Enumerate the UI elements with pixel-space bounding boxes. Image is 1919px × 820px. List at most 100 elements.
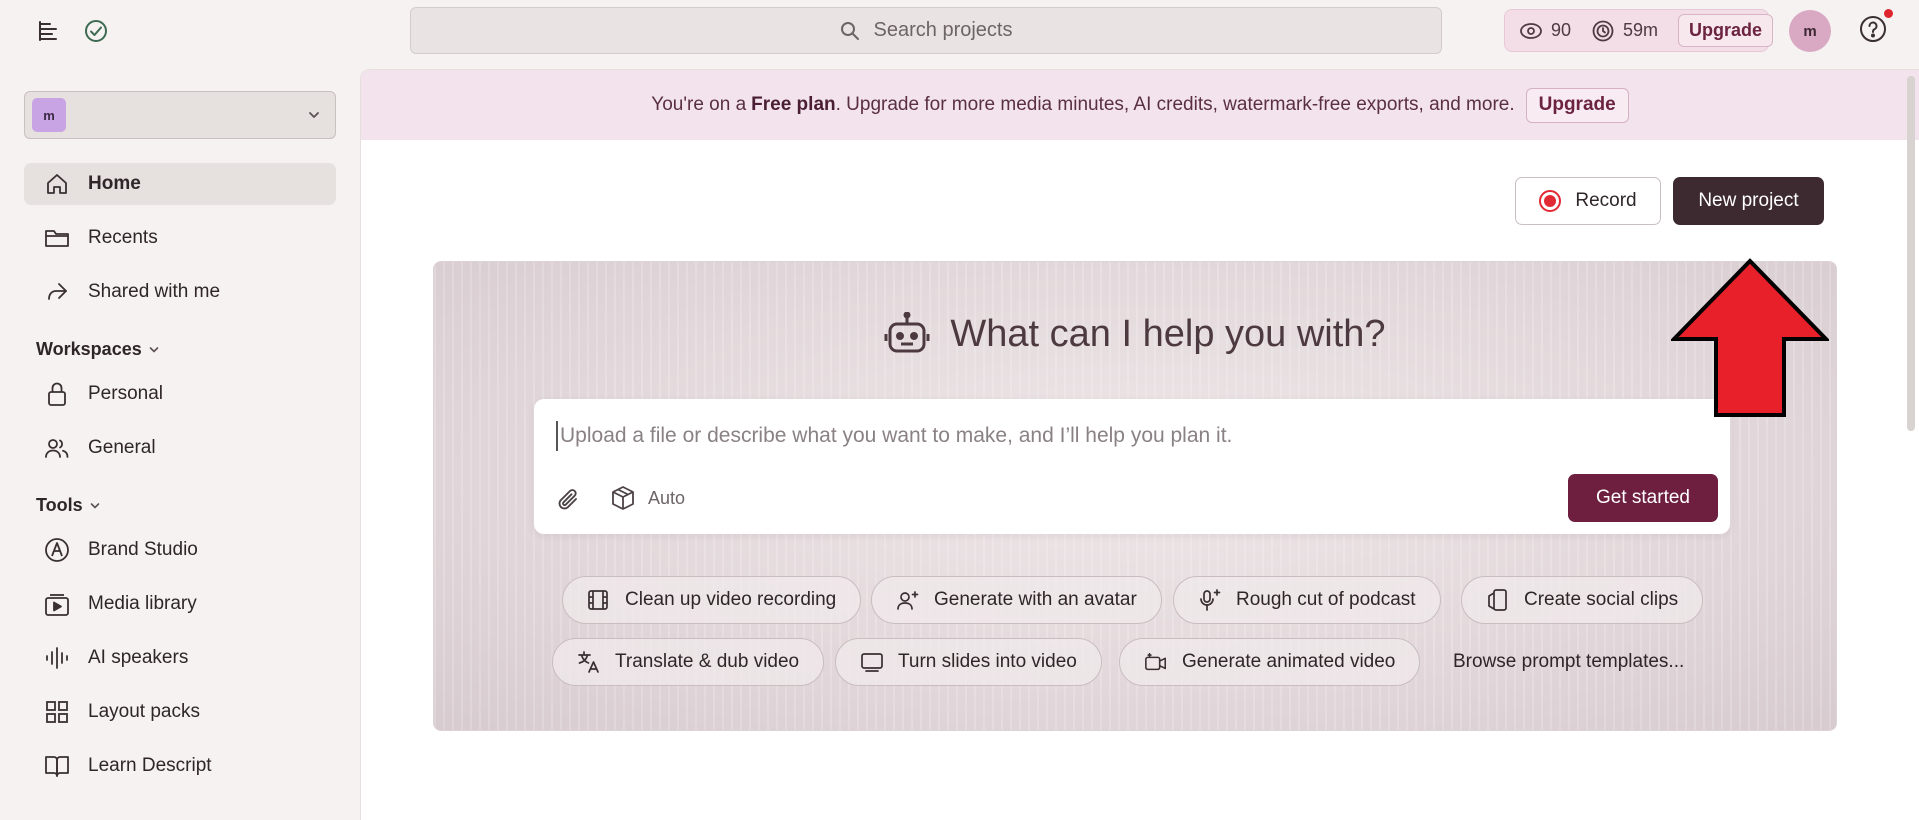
workspace-avatar: m: [32, 98, 66, 132]
book-icon: [44, 753, 70, 779]
sidebar-item-label: Layout packs: [88, 701, 200, 722]
chip-animated-video[interactable]: Generate animated video: [1119, 638, 1421, 686]
main-panel: You're on a Free plan. Upgrade for more …: [360, 69, 1919, 820]
scrollbar[interactable]: [1907, 76, 1915, 431]
sidebar-item-general[interactable]: General: [24, 427, 336, 469]
chip-label: Rough cut of podcast: [1236, 589, 1416, 610]
chip-create-social-clips[interactable]: Create social clips: [1461, 576, 1704, 624]
share-arrow-icon: [44, 279, 70, 305]
sidebar-item-label: Home: [88, 173, 141, 194]
slides-icon: [860, 650, 884, 674]
sidebar-item-layout-packs[interactable]: Layout packs: [24, 691, 336, 733]
sidebar-item-learn[interactable]: Learn Descript: [24, 745, 336, 787]
free-plan-banner: You're on a Free plan. Upgrade for more …: [361, 70, 1919, 140]
chip-label: Generate with an avatar: [934, 589, 1137, 610]
search-icon: [840, 21, 860, 41]
avatar-sparkle-icon: [896, 588, 920, 612]
robot-icon: [884, 312, 930, 356]
chevron-down-icon: [89, 500, 101, 512]
workspaces-section-toggle[interactable]: Workspaces: [36, 339, 160, 360]
chip-label: Turn slides into video: [898, 651, 1077, 672]
record-label: Record: [1575, 190, 1637, 211]
workspaces-heading: Workspaces: [36, 339, 142, 359]
help-icon: [1860, 16, 1886, 42]
folder-icon: [44, 225, 70, 251]
brand-icon: [44, 537, 70, 563]
workspace-selector[interactable]: m: [24, 91, 336, 139]
translate-icon: [577, 650, 601, 674]
sidebar-item-label: AI speakers: [88, 647, 189, 668]
sidebar-item-label: Learn Descript: [88, 755, 212, 776]
sidebar-item-personal[interactable]: Personal: [24, 373, 336, 415]
mic-sparkle-icon: [1198, 588, 1222, 612]
chip-generate-avatar[interactable]: Generate with an avatar: [871, 576, 1162, 624]
attach-file-icon[interactable]: [556, 487, 584, 515]
get-started-button[interactable]: Get started: [1568, 474, 1718, 522]
chip-label: Create social clips: [1524, 589, 1679, 610]
banner-plan: Free plan: [751, 94, 836, 115]
sidebar-item-ai-speakers[interactable]: AI speakers: [24, 637, 336, 679]
lock-icon: [44, 381, 70, 407]
chip-slides-to-video[interactable]: Turn slides into video: [835, 638, 1102, 686]
cube-icon: [610, 485, 636, 511]
film-icon: [587, 588, 611, 612]
browse-prompt-templates-link[interactable]: Browse prompt templates...: [1453, 651, 1684, 673]
sidebar-item-label: Media library: [88, 593, 197, 614]
grid-icon: [44, 699, 70, 725]
upgrade-button[interactable]: Upgrade: [1678, 14, 1774, 47]
record-button[interactable]: Record: [1515, 177, 1661, 225]
prompt-box: Auto Get started: [534, 399, 1730, 534]
ai-credits-icon: [1519, 19, 1543, 43]
chip-rough-cut-podcast[interactable]: Rough cut of podcast: [1173, 576, 1441, 624]
home-icon: [44, 171, 70, 197]
chip-label: Translate & dub video: [615, 651, 800, 672]
model-selector[interactable]: Auto: [610, 485, 685, 511]
annotation-arrow-icon: [1671, 258, 1829, 418]
search-placeholder: Search projects: [873, 19, 1013, 41]
ai-credits-count: 90: [1551, 20, 1572, 40]
sidebar-item-recents[interactable]: Recents: [24, 217, 336, 259]
usage-credits: 90 59m Upgrade: [1504, 9, 1774, 52]
user-avatar[interactable]: m: [1789, 10, 1831, 52]
hero-heading: What can I help you with?: [434, 312, 1836, 356]
record-icon: [1539, 190, 1562, 212]
users-icon: [44, 435, 70, 461]
sidebar-item-label: General: [88, 437, 156, 458]
animated-video-icon: [1144, 650, 1168, 674]
sidebar-item-brand-studio[interactable]: Brand Studio: [24, 529, 336, 571]
help-button[interactable]: [1858, 9, 1893, 44]
chip-label: Clean up video recording: [625, 589, 837, 610]
sidebar-item-media-library[interactable]: Media library: [24, 583, 336, 625]
chip-clean-up-video[interactable]: Clean up video recording: [562, 576, 862, 624]
media-minutes-count: 59m: [1623, 20, 1659, 40]
notification-dot: [1884, 9, 1893, 18]
media-library-icon: [44, 591, 70, 617]
banner-prefix: You're on a: [651, 94, 747, 115]
sidebar-item-label: Recents: [88, 227, 158, 248]
chevron-down-icon: [307, 108, 321, 122]
new-project-button[interactable]: New project: [1673, 177, 1824, 225]
sidebar-item-shared[interactable]: Shared with me: [24, 271, 336, 313]
check-circle-icon[interactable]: [81, 16, 111, 46]
search-input[interactable]: Search projects: [410, 7, 1442, 54]
sidebar-item-home[interactable]: Home: [24, 163, 336, 205]
sidebar-item-label: Personal: [88, 383, 163, 404]
hero-title: What can I help you with?: [950, 312, 1386, 355]
chip-label: Generate animated video: [1182, 651, 1396, 672]
tools-section-toggle[interactable]: Tools: [36, 495, 101, 516]
model-label: Auto: [648, 487, 686, 508]
waveform-icon: [44, 645, 70, 671]
chevron-down-icon: [148, 344, 160, 356]
tools-heading: Tools: [36, 495, 83, 515]
chip-translate-dub[interactable]: Translate & dub video: [552, 638, 825, 686]
ai-assistant-panel: What can I help you with? Auto Get start…: [433, 261, 1837, 731]
clock-icon: [1591, 19, 1615, 43]
sidebar-toggle-icon[interactable]: [33, 16, 63, 46]
top-bar: Search projects 90 59m Upgrade m: [0, 0, 1919, 64]
social-clip-icon: [1486, 588, 1510, 612]
banner-upgrade-button[interactable]: Upgrade: [1525, 87, 1629, 123]
prompt-input[interactable]: [556, 421, 1656, 451]
sidebar-item-label: Brand Studio: [88, 539, 198, 560]
banner-suffix: . Upgrade for more media minutes, AI cre…: [835, 94, 1515, 115]
sidebar-item-label: Shared with me: [88, 281, 221, 302]
